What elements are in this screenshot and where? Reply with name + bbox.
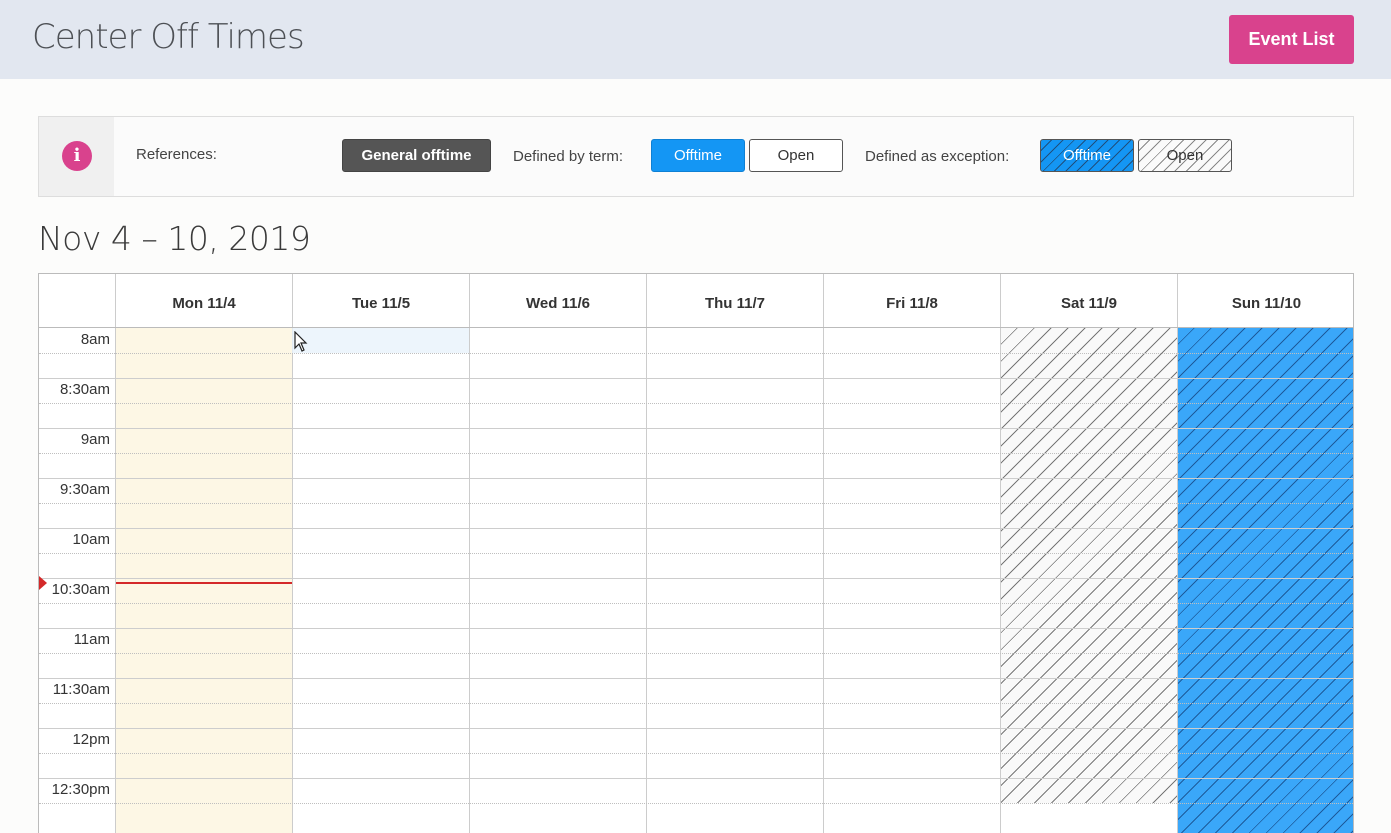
defined-by-term-label: Defined by term: [513,148,624,165]
term-open-legend: Open [749,139,843,172]
axis-line [39,578,115,579]
day-column-sat[interactable] [1000,328,1177,803]
time-label: 8:30am [59,381,110,398]
now-indicator-line [116,582,292,584]
slot-line [115,628,1353,629]
day-header-wed: Wed 11/6 [469,274,646,328]
day-header-mon: Mon 11/4 [115,274,292,328]
references-panel: i References: General offtime Defined by… [38,116,1354,197]
axis-line [39,453,115,454]
axis-line [39,678,115,679]
time-label: 10am [72,531,110,548]
exception-offtime-legend: Offtime [1040,139,1134,172]
slot-line [115,553,1353,554]
hover-slot-highlight [292,328,469,353]
axis-line [39,653,115,654]
axis-line [39,478,115,479]
axis-line [39,528,115,529]
slot-line [115,678,1353,679]
axis-line [39,603,115,604]
day-header-fri: Fri 11/8 [823,274,1000,328]
general-offtime-legend: General offtime [342,139,491,172]
slot-line [115,578,1353,579]
time-label: 9:30am [59,481,110,498]
day-header-sun: Sun 11/10 [1177,274,1353,328]
slot-line [115,728,1353,729]
slot-line [115,528,1353,529]
page-title: Center Off Times [32,17,305,57]
slot-line [115,503,1353,504]
axis-line [39,753,115,754]
now-indicator-arrow [39,576,47,590]
slot-line [115,453,1353,454]
time-label: 8am [80,331,110,348]
exception-open-legend: Open [1138,139,1232,172]
axis-line [39,553,115,554]
time-label: 12:30pm [51,781,110,798]
slot-line [115,478,1353,479]
info-icon: i [62,141,92,171]
slot-line [115,428,1353,429]
slot-line [115,753,1353,754]
day-header-thu: Thu 11/7 [646,274,823,328]
axis-line [39,628,115,629]
axis-line [39,703,115,704]
time-label: 10:30am [51,581,110,598]
time-label: 11am [73,631,110,648]
slot-line [115,653,1353,654]
slot-line [115,703,1353,704]
references-label: References: [136,146,217,163]
day-header-sat: Sat 11/9 [1000,274,1177,328]
axis-line [39,428,115,429]
slot-line [115,403,1353,404]
time-label: 9am [80,431,110,448]
axis-line [39,503,115,504]
axis-line [39,403,115,404]
day-column-sat-open[interactable] [1000,803,1177,833]
slot-line [115,353,1353,354]
event-list-button[interactable]: Event List [1229,15,1354,64]
time-label: 12pm [72,731,110,748]
slot-line [115,378,1353,379]
axis-line [39,378,115,379]
time-axis-header [39,274,115,328]
axis-line [39,778,115,779]
week-calendar: Mon 11/4 Tue 11/5 Wed 11/6 Thu 11/7 Fri … [38,273,1354,833]
day-header-tue: Tue 11/5 [292,274,469,328]
mouse-cursor-icon [294,331,308,352]
defined-as-exception-label: Defined as exception: [865,148,1010,165]
time-label: 11:30am [52,681,110,698]
references-icon-column: i [39,117,114,196]
slot-line [115,603,1353,604]
slot-line [115,778,1353,779]
axis-line [39,728,115,729]
page-header: Center Off Times Event List [0,0,1391,79]
axis-line [39,803,115,804]
slot-line [115,803,1353,804]
date-range-title: Nov 4 – 10, 2019 [38,219,311,258]
axis-line [39,353,115,354]
term-offtime-legend: Offtime [651,139,745,172]
